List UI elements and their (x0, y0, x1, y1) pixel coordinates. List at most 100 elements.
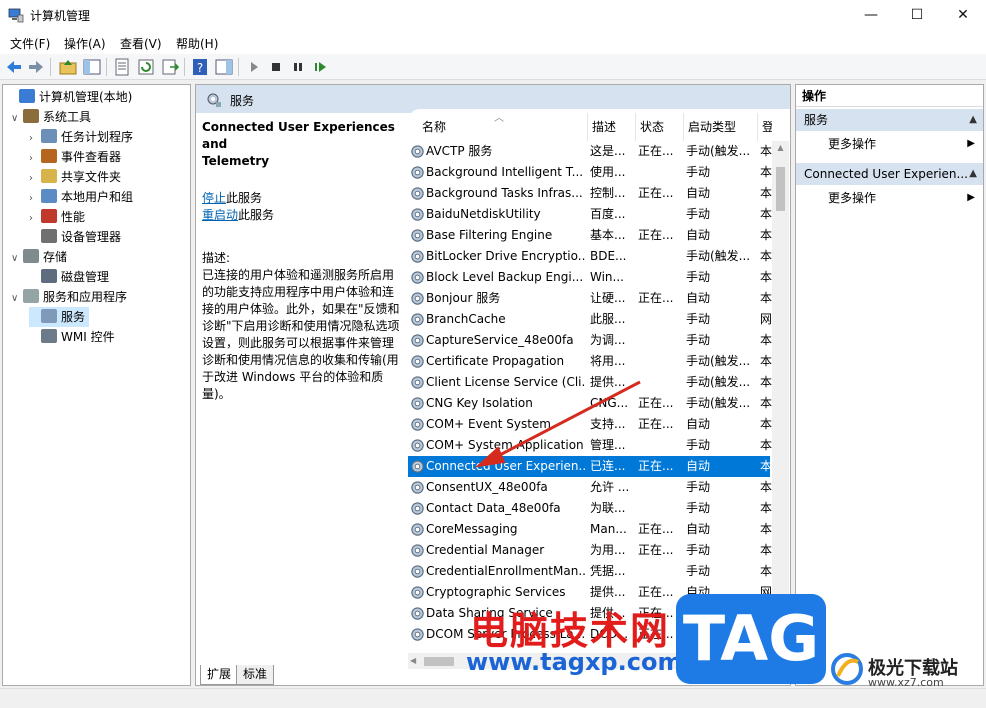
service-row[interactable]: Background Tasks Infras... 控制... 正在... 自动 本 (408, 183, 772, 204)
show-action-pane-icon[interactable] (214, 57, 234, 77)
more-actions-services[interactable]: 更多操作 ▶ (796, 133, 983, 155)
properties-icon[interactable] (112, 57, 132, 77)
tab-standard[interactable]: 标准 (236, 665, 275, 685)
service-logon: 本 (760, 186, 772, 200)
service-row[interactable]: AVCTP 服务 这是... 正在... 手动(触发... 本 (408, 141, 772, 162)
service-row[interactable]: ConsentUX_48e00fa 允许 ... 手动 本 (408, 477, 772, 498)
export-list-icon[interactable] (160, 57, 180, 77)
start-service-icon[interactable] (244, 57, 264, 77)
stop-service-icon[interactable] (266, 57, 286, 77)
stop-service-line: 停止此服务 (202, 191, 263, 205)
services-icon (41, 309, 57, 323)
service-gear-icon (411, 607, 424, 620)
service-status: 正在... (638, 522, 674, 536)
service-row[interactable]: Bonjour 服务 让硬... 正在... 自动 本 (408, 288, 772, 309)
stop-service-link[interactable]: 停止 (202, 191, 226, 205)
service-row[interactable]: BranchCache 此服... 手动 网 (408, 309, 772, 330)
tree-item[interactable]: › 性能 (29, 207, 85, 227)
chevron-right-icon[interactable]: › (29, 129, 41, 149)
service-row[interactable]: CaptureService_48e00fa 为调... 手动 本 (408, 330, 772, 351)
actions-title: 操作 (796, 85, 983, 107)
maximize-button[interactable]: ☐ (894, 0, 940, 30)
service-name: CoreMessaging (426, 522, 518, 536)
minimize-button[interactable]: — (848, 0, 894, 30)
collapse-up-icon[interactable]: ▲ (969, 163, 977, 185)
service-row[interactable]: COM+ System Application 管理... 手动 本 (408, 435, 772, 456)
service-row[interactable]: CoreMessaging Man... 正在... 自动 本 (408, 519, 772, 540)
more-actions-selected-service[interactable]: 更多操作 ▶ (796, 187, 983, 209)
service-row[interactable]: Credential Manager 为用... 正在... 手动 本 (408, 540, 772, 561)
chevron-down-icon[interactable]: ∨ (11, 109, 23, 129)
tree-item[interactable]: 计算机管理(本地) (7, 87, 132, 107)
service-row[interactable]: BitLocker Drive Encryptio... BDE... 手动(触发.… (408, 246, 772, 267)
service-gear-icon (411, 271, 424, 284)
service-row[interactable]: Certificate Propagation 将用... 手动(触发... 本 (408, 351, 772, 372)
service-row[interactable]: COM+ Event System 支持... 正在... 自动 本 (408, 414, 772, 435)
service-logon: 本 (760, 480, 772, 494)
chevron-down-icon[interactable]: ∨ (11, 249, 23, 269)
tree-item[interactable]: › 事件查看器 (29, 147, 121, 167)
menu-view[interactable]: 查看(V) (120, 35, 162, 52)
service-gear-icon (411, 397, 424, 410)
tree-item[interactable]: › 任务计划程序 (29, 127, 133, 147)
service-name: ConsentUX_48e00fa (426, 480, 548, 494)
tab-extended[interactable]: 扩展 (200, 665, 239, 685)
service-row[interactable]: Client License Service (Cli... 提供... 手动(触发… (408, 372, 772, 393)
restart-service-icon[interactable] (310, 57, 330, 77)
service-row[interactable]: Block Level Backup Engi... Win... 手动 本 (408, 267, 772, 288)
tree-item[interactable]: ∨ 存储 (11, 247, 67, 267)
back-icon[interactable] (4, 57, 24, 77)
close-button[interactable]: ✕ (940, 0, 986, 30)
service-row[interactable]: Base Filtering Engine 基本... 正在... 自动 本 (408, 225, 772, 246)
help-icon[interactable]: ? (190, 57, 210, 77)
tree-item[interactable]: 服务 (29, 307, 90, 327)
tree-item[interactable]: › 本地用户和组 (29, 187, 133, 207)
service-row[interactable]: BaiduNetdiskUtility 百度... 手动 本 (408, 204, 772, 225)
service-row[interactable]: Contact Data_48e00fa 为联... 手动 本 (408, 498, 772, 519)
actions-group-selected-service[interactable]: Connected User Experien... ▲ (796, 163, 983, 185)
forward-icon[interactable] (26, 57, 46, 77)
service-name: AVCTP 服务 (426, 144, 493, 158)
pause-service-icon[interactable] (288, 57, 308, 77)
tools-icon (23, 109, 39, 123)
chevron-right-icon[interactable]: › (29, 169, 41, 189)
chevron-right-icon[interactable]: › (29, 189, 41, 209)
column-logon[interactable]: 登 (758, 113, 772, 141)
refresh-icon[interactable] (136, 57, 156, 77)
scroll-left-icon[interactable]: ◀ (410, 656, 416, 665)
menu-action[interactable]: 操作(A) (64, 35, 106, 52)
up-folder-icon[interactable] (58, 57, 78, 77)
vertical-scrollbar[interactable]: ▲ ▼ (772, 141, 789, 653)
chevron-down-icon[interactable]: ∨ (11, 289, 23, 309)
column-startup-type[interactable]: 启动类型 (684, 113, 758, 141)
scroll-up-icon[interactable]: ▲ (772, 143, 789, 152)
vertical-scroll-thumb[interactable] (776, 167, 785, 211)
restart-service-link[interactable]: 重启动 (202, 208, 238, 222)
menu-help[interactable]: 帮助(H) (176, 35, 218, 52)
service-row[interactable]: CNG Key Isolation CNG... 正在... 手动(触发... 本 (408, 393, 772, 414)
service-description: 基本... (590, 228, 626, 242)
service-logon: 本 (760, 375, 772, 389)
collapse-up-icon[interactable]: ▲ (969, 109, 977, 131)
menu-file[interactable]: 文件(F) (10, 35, 50, 52)
tree-item[interactable]: ∨ 服务和应用程序 (11, 287, 127, 307)
service-row[interactable]: Connected User Experien... 已连... 正在... 自动 本 (408, 456, 772, 477)
tree-item[interactable]: ∨ 系统工具 (11, 107, 91, 127)
column-description[interactable]: 描述 (588, 113, 636, 141)
column-name[interactable]: ︿ 名称 (408, 113, 588, 141)
service-row[interactable]: Background Intelligent T... 使用... 手动 本 (408, 162, 772, 183)
tree-item[interactable]: 设备管理器 (29, 227, 121, 247)
service-row[interactable]: CredentialEnrollmentMan... 凭据... 手动 本 (408, 561, 772, 582)
service-startup-type: 手动(触发... (686, 354, 751, 368)
tree-item[interactable]: WMI 控件 (29, 327, 115, 347)
chevron-right-icon[interactable]: › (29, 209, 41, 229)
column-status[interactable]: 状态 (636, 113, 684, 141)
actions-group-services[interactable]: 服务 ▲ (796, 109, 983, 131)
tree-item[interactable]: 磁盘管理 (29, 267, 109, 287)
chevron-right-icon[interactable]: › (29, 149, 41, 169)
service-logon: 本 (760, 501, 772, 515)
sort-up-icon: ︿ (494, 113, 504, 124)
service-logon: 本 (760, 438, 772, 452)
show-hide-tree-icon[interactable] (82, 57, 102, 77)
tree-item[interactable]: › 共享文件夹 (29, 167, 121, 187)
